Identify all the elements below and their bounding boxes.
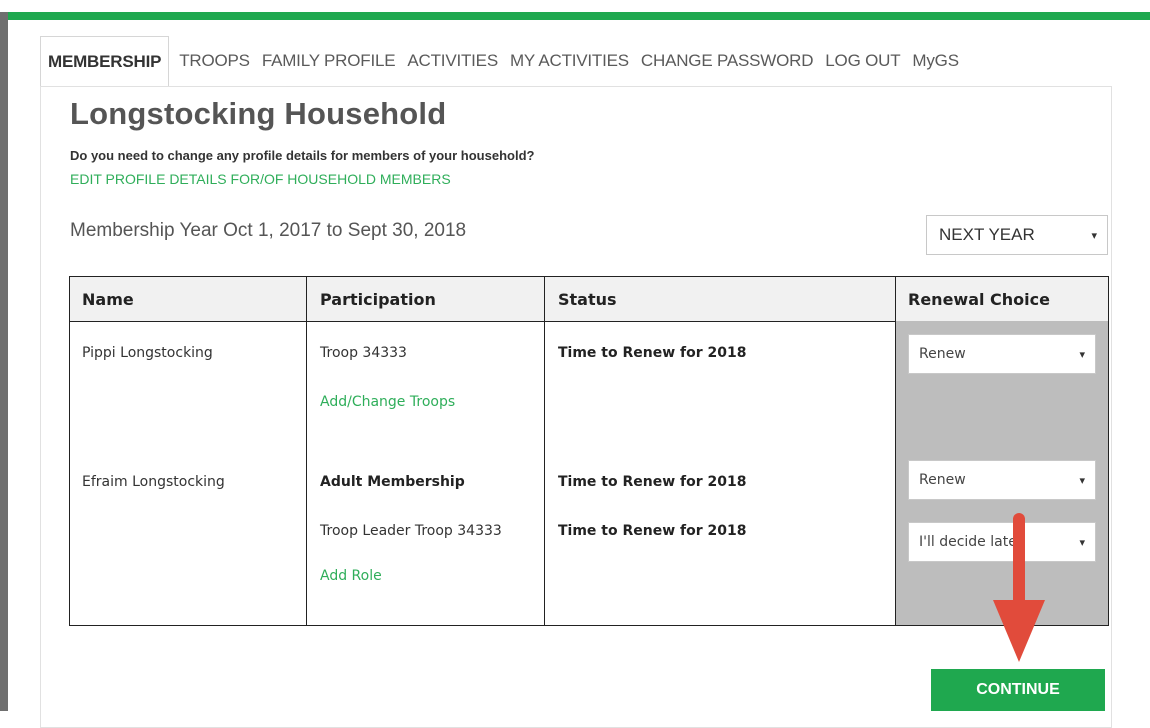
members-table: Name Participation Status Renewal Choice… [69, 276, 1109, 626]
column-divider [306, 277, 307, 625]
tab-family-profile[interactable]: FAMILY PROFILE [256, 36, 402, 86]
caret-down-icon: ▾ [1079, 474, 1085, 487]
header-renewal-choice: Renewal Choice [908, 289, 1050, 309]
arrow-down-icon [1013, 513, 1025, 613]
arrow-head-icon [993, 600, 1045, 662]
caret-down-icon: ▾ [1079, 536, 1085, 549]
table-header: Name Participation Status Renewal Choice [70, 277, 1108, 322]
tab-mygs[interactable]: MyGS [906, 36, 964, 86]
edit-profile-link[interactable]: EDIT PROFILE DETAILS FOR/OF HOUSEHOLD ME… [70, 171, 451, 187]
year-select-value: NEXT YEAR [939, 225, 1035, 244]
renewal-select-value: I'll decide later [919, 534, 1023, 550]
renewal-select-pippi[interactable]: Renew ▾ [908, 334, 1096, 374]
page-title: Longstocking Household [70, 96, 447, 131]
header-name: Name [82, 289, 134, 309]
member-status: Time to Renew for 2018 [558, 474, 747, 490]
tab-my-activities[interactable]: MY ACTIVITIES [504, 36, 635, 86]
tab-activities[interactable]: ACTIVITIES [401, 36, 504, 86]
membership-year-text: Membership Year Oct 1, 2017 to Sept 30, … [70, 220, 467, 241]
member-name: Efraim Longstocking [82, 474, 225, 490]
member-status: Time to Renew for 2018 [558, 345, 747, 361]
profile-question: Do you need to change any profile detail… [70, 148, 535, 163]
tab-change-password[interactable]: CHANGE PASSWORD [635, 36, 819, 86]
top-accent-bar [8, 12, 1150, 20]
main-nav: MEMBERSHIP TROOPS FAMILY PROFILE ACTIVIT… [40, 36, 965, 86]
continue-button[interactable]: CONTINUE [931, 669, 1105, 711]
tab-troops[interactable]: TROOPS [173, 36, 256, 86]
header-status: Status [558, 289, 617, 309]
role-status: Time to Renew for 2018 [558, 523, 747, 539]
column-divider [544, 277, 545, 625]
tab-log-out[interactable]: LOG OUT [819, 36, 906, 86]
renewal-select-efraim-role[interactable]: I'll decide later ▾ [908, 522, 1096, 562]
caret-down-icon: ▾ [1091, 230, 1097, 242]
add-role-link[interactable]: Add Role [320, 568, 382, 584]
renewal-select-value: Renew [919, 472, 966, 488]
caret-down-icon: ▾ [1079, 348, 1085, 361]
member-participation: Troop 34333 [320, 345, 407, 361]
left-edge-bar [0, 12, 8, 711]
add-change-troops-link[interactable]: Add/Change Troops [320, 394, 455, 410]
renewal-select-efraim-membership[interactable]: Renew ▾ [908, 460, 1096, 500]
header-participation: Participation [320, 289, 436, 309]
year-select[interactable]: NEXT YEAR ▾ [926, 215, 1108, 255]
tab-membership[interactable]: MEMBERSHIP [40, 36, 170, 86]
member-name: Pippi Longstocking [82, 345, 213, 361]
member-role: Troop Leader Troop 34333 [320, 523, 502, 539]
renewal-select-value: Renew [919, 346, 966, 362]
member-participation: Adult Membership [320, 474, 465, 490]
column-divider [895, 277, 896, 625]
